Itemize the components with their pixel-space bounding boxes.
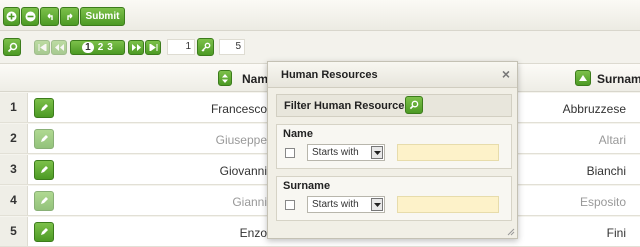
redo-button[interactable] — [60, 7, 79, 26]
dropdown-arrow-icon — [371, 146, 383, 159]
page-number-input[interactable]: 1 — [167, 39, 195, 55]
undo-icon — [47, 13, 53, 20]
page-links: 1 2 3 — [70, 40, 125, 55]
search-icon — [7, 42, 17, 52]
key-icon — [201, 42, 210, 52]
apply-filter-button[interactable] — [405, 96, 423, 114]
next-page-button[interactable] — [128, 40, 144, 55]
cell-name: Enzo — [239, 226, 267, 240]
submit-button[interactable]: Submit — [80, 7, 125, 26]
sort-surname-button[interactable] — [575, 70, 591, 86]
filter-label-name: Name — [283, 128, 313, 140]
prev-page-button[interactable] — [51, 40, 67, 55]
filter-label-surname: Surname — [283, 180, 331, 192]
dropdown-arrow-icon — [371, 198, 383, 211]
page-link[interactable]: 3 — [107, 42, 113, 53]
add-button[interactable] — [3, 7, 20, 26]
filter-value-surname-input[interactable] — [397, 196, 499, 213]
first-page-button[interactable] — [34, 40, 50, 55]
pencil-icon — [41, 228, 48, 235]
cell-surname: Abbruzzese — [562, 102, 626, 116]
operator-value: Starts with — [312, 199, 359, 210]
next-page-icon — [131, 44, 141, 51]
last-page-icon — [149, 44, 157, 51]
close-icon[interactable]: × — [502, 66, 510, 82]
sort-name-button[interactable] — [218, 70, 232, 86]
pencil-icon — [41, 166, 48, 173]
edit-row-button[interactable] — [34, 98, 54, 118]
dialog-title: Human Resources — [281, 69, 378, 81]
filter-section-name: Name Starts with — [276, 124, 512, 169]
sort-icon — [222, 73, 228, 83]
edit-row-button[interactable] — [34, 160, 54, 180]
cell-name: Gianni — [232, 195, 267, 209]
filter-title: Filter Human Resources — [284, 100, 411, 112]
redo-icon — [66, 13, 72, 20]
pencil-icon — [41, 135, 48, 142]
cell-name: Francesco — [210, 102, 267, 116]
cell-surname: Bianchi — [586, 164, 626, 178]
filter-section-surname: Surname Starts with — [276, 176, 512, 221]
edit-row-button[interactable] — [34, 222, 54, 242]
column-header-surname[interactable]: Surname — [597, 72, 640, 86]
cell-surname: Altari — [598, 133, 626, 147]
page-link-current[interactable]: 1 — [82, 42, 94, 53]
pencil-icon — [41, 197, 48, 204]
edit-row-button[interactable] — [34, 191, 54, 211]
remove-button[interactable] — [21, 7, 39, 26]
cell-surname: Fini — [606, 226, 626, 240]
prev-page-icon — [54, 44, 64, 51]
operator-value: Starts with — [312, 147, 359, 158]
page-link[interactable]: 2 — [98, 42, 104, 53]
sort-ascending-icon — [579, 75, 587, 81]
row-number: 5 — [0, 217, 28, 246]
cell-name: Giovanni — [219, 164, 267, 178]
last-page-button[interactable] — [145, 40, 161, 55]
edit-row-button[interactable] — [34, 129, 54, 149]
page-size-input[interactable]: 5 — [219, 39, 245, 55]
cell-name: Giuseppe — [215, 133, 267, 147]
pencil-icon — [41, 104, 48, 111]
filter-header: Filter Human Resources — [276, 94, 512, 117]
search-button[interactable] — [3, 38, 21, 56]
dialog-titlebar[interactable]: Human Resources × — [268, 62, 517, 88]
operator-select-surname[interactable]: Starts with — [307, 196, 385, 213]
resize-grip-icon[interactable] — [506, 227, 515, 236]
operator-select-name[interactable]: Starts with — [307, 144, 385, 161]
search-icon — [409, 100, 419, 110]
filter-dialog: Human Resources × Filter Human Resources… — [267, 61, 518, 239]
filter-checkbox-name[interactable] — [285, 148, 295, 158]
row-number: 2 — [0, 124, 28, 153]
filter-value-name-input[interactable] — [397, 144, 499, 161]
undo-button[interactable] — [40, 7, 59, 26]
plus-circle-icon — [6, 11, 17, 22]
row-number: 1 — [0, 93, 28, 122]
go-page-button[interactable] — [197, 38, 214, 56]
first-page-icon — [38, 44, 46, 51]
cell-surname: Esposito — [579, 195, 626, 209]
row-number: 3 — [0, 155, 28, 184]
row-number: 4 — [0, 186, 28, 215]
minus-circle-icon — [25, 11, 35, 22]
filter-checkbox-surname[interactable] — [285, 200, 295, 210]
